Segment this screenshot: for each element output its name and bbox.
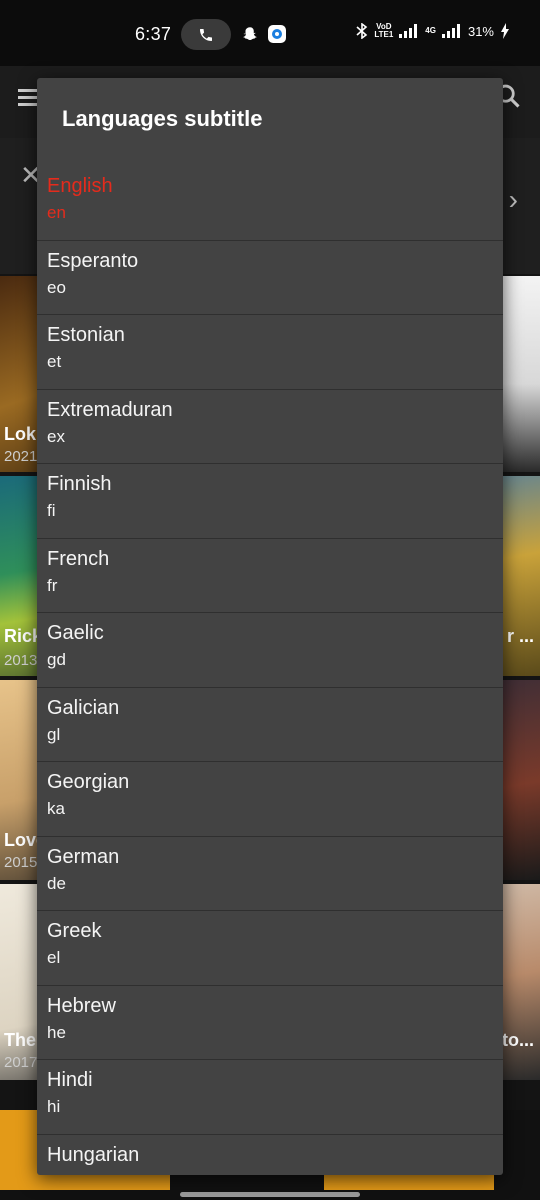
- language-name: Gaelic: [47, 622, 104, 644]
- dialog-title: Languages subtitle: [62, 106, 263, 131]
- language-option-et[interactable]: Estonian et: [37, 315, 503, 390]
- signal-icon-2: [441, 24, 460, 38]
- network-4g-label: 4G: [425, 26, 436, 35]
- language-name: Greek: [47, 920, 102, 942]
- language-code: de: [47, 873, 66, 893]
- gesture-navigation-handle[interactable]: [180, 1192, 360, 1197]
- snapchat-icon: [239, 23, 261, 45]
- language-option-en[interactable]: English en: [37, 166, 503, 241]
- language-name: Estonian: [47, 324, 125, 346]
- language-option-ex[interactable]: Extremaduran ex: [37, 390, 503, 464]
- language-option-hi[interactable]: Hindi hi: [37, 1060, 503, 1135]
- language-list[interactable]: English en Esperanto eo Estonian et Extremadur…: [37, 166, 503, 1175]
- language-code: ex: [47, 426, 65, 446]
- status-icons: VoD LTE1 4G 31%: [356, 23, 510, 39]
- language-name: Extremaduran: [47, 398, 173, 421]
- language-name: Hindi: [47, 1069, 93, 1091]
- poster-title: to...: [502, 1030, 534, 1050]
- poster-title: Loki: [4, 424, 42, 444]
- language-name: German: [47, 845, 120, 868]
- language-code: he: [47, 1022, 66, 1042]
- language-option-hu[interactable]: Hungarian hu: [37, 1135, 503, 1176]
- poster-title: The: [4, 1030, 37, 1050]
- language-code: et: [47, 352, 62, 371]
- poster-year: 2021: [4, 448, 38, 465]
- language-option-el[interactable]: Greek el: [37, 911, 503, 986]
- language-code: fi: [47, 501, 56, 520]
- status-time: 6:37: [135, 24, 172, 44]
- ongoing-call-indicator[interactable]: [181, 19, 231, 50]
- language-code: el: [47, 948, 61, 967]
- subtitle-language-dialog: Languages subtitle English en Esperanto eo E…: [37, 78, 503, 1175]
- language-name: Georgian: [47, 771, 130, 793]
- language-code: eo: [47, 277, 66, 297]
- phone-icon: [200, 28, 212, 41]
- app-notification-icon: [266, 23, 288, 45]
- language-option-eo[interactable]: Esperanto eo: [37, 241, 503, 315]
- chevron-right-icon[interactable]: ›: [509, 184, 518, 216]
- status-bar: 6:37 VoD LTE1 4G 31%: [0, 0, 540, 66]
- charging-icon: [501, 23, 509, 39]
- language-option-ka[interactable]: Georgian ka: [37, 762, 503, 837]
- language-option-he[interactable]: Hebrew he: [37, 986, 503, 1060]
- language-name: Esperanto: [47, 249, 139, 272]
- battery-percentage: 31%: [467, 23, 494, 39]
- language-name: Finnish: [47, 473, 112, 495]
- language-code: fr: [47, 575, 58, 595]
- signal-icon: [399, 24, 418, 38]
- language-code: hu: [47, 1170, 503, 1176]
- language-option-fi[interactable]: Finnish fi: [37, 464, 503, 539]
- poster-year: 2013: [4, 652, 38, 669]
- language-name: French: [47, 547, 110, 570]
- app-screen: 6:37 VoD LTE1 4G 31% ✕ › Loki 2021 Rick …: [0, 0, 540, 1200]
- language-option-de[interactable]: German de: [37, 837, 503, 911]
- language-name: English: [47, 175, 113, 197]
- language-code: en: [47, 203, 66, 222]
- bluetooth-icon: [356, 23, 368, 39]
- language-name: Hungarian: [47, 1143, 140, 1166]
- poster-year: 2017: [4, 1054, 38, 1071]
- language-option-gl[interactable]: Galician gl: [37, 688, 503, 762]
- volte-indicator: VoD LTE1: [374, 22, 394, 39]
- language-option-fr[interactable]: French fr: [37, 539, 503, 613]
- language-code: gl: [47, 724, 61, 744]
- poster-year: 2015: [4, 854, 38, 871]
- language-name: Galician: [47, 696, 120, 719]
- language-code: ka: [47, 799, 65, 818]
- language-option-gd[interactable]: Gaelic gd: [37, 613, 503, 688]
- language-name: Hebrew: [47, 994, 116, 1017]
- poster-title: r ...: [506, 626, 534, 646]
- language-code: gd: [47, 650, 66, 669]
- language-code: hi: [47, 1097, 61, 1116]
